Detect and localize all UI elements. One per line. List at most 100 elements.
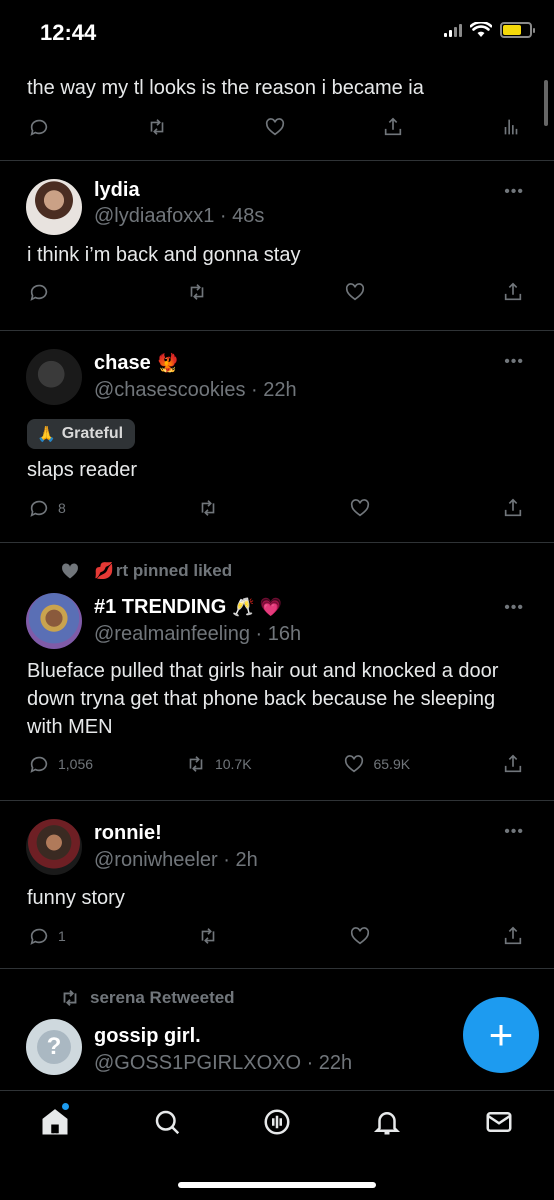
more-options-button[interactable]: •••	[504, 823, 524, 841]
avatar[interactable]	[26, 593, 82, 649]
share-button[interactable]	[382, 116, 404, 138]
analytics-button[interactable]	[500, 116, 522, 138]
tweet-actions: 1,056 10.7K 65.9K	[28, 753, 524, 775]
context-text: serena Retweeted	[90, 988, 235, 1007]
author-row: chase 🐦‍🔥	[94, 352, 179, 375]
tab-search[interactable]	[152, 1107, 182, 1137]
retweet-icon	[63, 990, 77, 1006]
author-handle[interactable]: @GOSS1PGIRLXOXO · 22h	[94, 1052, 352, 1075]
search-icon	[155, 1110, 180, 1135]
scrollbar[interactable]	[544, 80, 548, 126]
messages-icon	[486, 1112, 512, 1132]
retweet-icon	[190, 284, 204, 300]
author-handle[interactable]: @lydiaafoxx1 · 48s	[94, 205, 264, 228]
notification-dot	[62, 1103, 69, 1110]
status-icons	[444, 22, 535, 38]
like-button[interactable]: 65.9K	[343, 753, 410, 775]
compose-tweet-button[interactable]: +	[463, 997, 539, 1073]
avatar[interactable]	[26, 179, 82, 235]
author-row: gossip girl.	[94, 1025, 201, 1048]
like-button[interactable]	[349, 925, 371, 947]
more-options-button[interactable]: •••	[504, 599, 524, 617]
retweet-button[interactable]	[146, 116, 168, 138]
heart-filled-icon	[62, 563, 78, 579]
share-button[interactable]	[502, 753, 524, 775]
reply-count: 8	[58, 500, 66, 516]
author-name[interactable]: #1 TRENDING	[94, 596, 226, 619]
retweet-icon	[201, 500, 214, 516]
reply-icon	[30, 119, 48, 136]
more-options-button[interactable]: •••	[504, 183, 524, 201]
tab-notifications[interactable]	[372, 1107, 402, 1137]
author-handle[interactable]: @realmainfeeling · 16h	[94, 623, 301, 646]
tweet[interactable]: lydia @lydiaafoxx1 · 48s ••• i think i’m…	[0, 161, 554, 331]
share-button[interactable]	[502, 281, 524, 303]
more-options-button[interactable]: •••	[504, 353, 524, 371]
reply-icon	[30, 500, 48, 517]
tweet-actions: 8	[28, 497, 524, 519]
mood-badge[interactable]: 🙏 Grateful	[27, 419, 136, 449]
reply-button[interactable]: 1,056	[28, 753, 93, 775]
retweet-icon	[201, 928, 214, 944]
heart-icon	[345, 283, 365, 301]
retweet-count: 10.7K	[214, 756, 252, 772]
wifi-icon	[470, 22, 492, 37]
heart-icon	[351, 499, 370, 517]
tweet-actions	[28, 281, 524, 303]
share-icon	[504, 282, 522, 301]
tab-spaces[interactable]	[262, 1107, 292, 1137]
heart-icon	[351, 927, 370, 945]
author-name[interactable]: ronnie!	[94, 822, 162, 845]
share-icon	[504, 498, 522, 517]
default-avatar-icon: ?	[37, 1030, 71, 1064]
author-name[interactable]: chase	[94, 352, 151, 375]
social-context[interactable]: serena Retweeted	[58, 987, 235, 1009]
share-button[interactable]	[502, 497, 524, 519]
tweet[interactable]: the way my tl looks is the reason i beca…	[0, 64, 554, 161]
share-icon	[384, 117, 402, 136]
context-emoji: 💋	[94, 563, 114, 580]
retweet-button[interactable]	[197, 925, 219, 947]
timeline-feed[interactable]: the way my tl looks is the reason i beca…	[0, 64, 554, 1095]
social-context[interactable]: 💋 rt pinned liked	[60, 561, 232, 581]
author-name[interactable]: gossip girl.	[94, 1025, 201, 1048]
author-name[interactable]: lydia	[94, 179, 140, 202]
tweet[interactable]: chase 🐦‍🔥 @chasescookies · 22h ••• 🙏 Gra…	[0, 331, 554, 543]
retweet-icon	[150, 119, 164, 135]
spaces-icon	[264, 1109, 290, 1135]
reply-button[interactable]: 1	[28, 925, 66, 947]
share-button[interactable]	[502, 925, 524, 947]
notifications-icon	[373, 1112, 401, 1135]
reply-button[interactable]: 8	[28, 497, 66, 519]
heart-icon	[345, 755, 364, 773]
tweet-text: slaps reader	[27, 459, 138, 481]
avatar[interactable]	[26, 819, 82, 875]
retweet-button[interactable]	[186, 281, 208, 303]
tweet[interactable]: 💋 rt pinned liked #1 TRENDING 🥂 💗 @realm…	[0, 543, 554, 801]
status-time: 12:44	[40, 20, 97, 45]
avatar[interactable]: ?	[26, 1019, 82, 1075]
author-row: ronnie!	[94, 822, 162, 845]
author-row: lydia	[94, 179, 140, 202]
tweet-text: funny story	[27, 887, 125, 909]
name-emoji: 🥂 💗	[232, 597, 283, 617]
author-handle[interactable]: @roniwheeler · 2h	[94, 849, 258, 872]
avatar[interactable]	[26, 349, 82, 405]
author-handle[interactable]: @chasescookies · 22h	[94, 379, 297, 402]
author-row: #1 TRENDING 🥂 💗	[94, 596, 282, 619]
reply-button[interactable]	[28, 116, 50, 138]
battery-icon	[500, 22, 535, 38]
tab-messages[interactable]	[484, 1107, 514, 1137]
tab-home[interactable]	[40, 1103, 70, 1137]
retweet-button[interactable]	[197, 497, 219, 519]
context-text: rt pinned liked	[115, 561, 233, 580]
like-button[interactable]	[349, 497, 371, 519]
like-button[interactable]	[344, 281, 366, 303]
status-bar: 12:44	[0, 0, 554, 64]
tweet[interactable]: ronnie! @roniwheeler · 2h ••• funny stor…	[0, 801, 554, 969]
reply-button[interactable]	[28, 281, 50, 303]
like-button[interactable]	[264, 116, 286, 138]
reply-count: 1	[58, 928, 66, 944]
share-icon	[504, 926, 522, 945]
retweet-button[interactable]: 10.7K	[185, 753, 252, 775]
